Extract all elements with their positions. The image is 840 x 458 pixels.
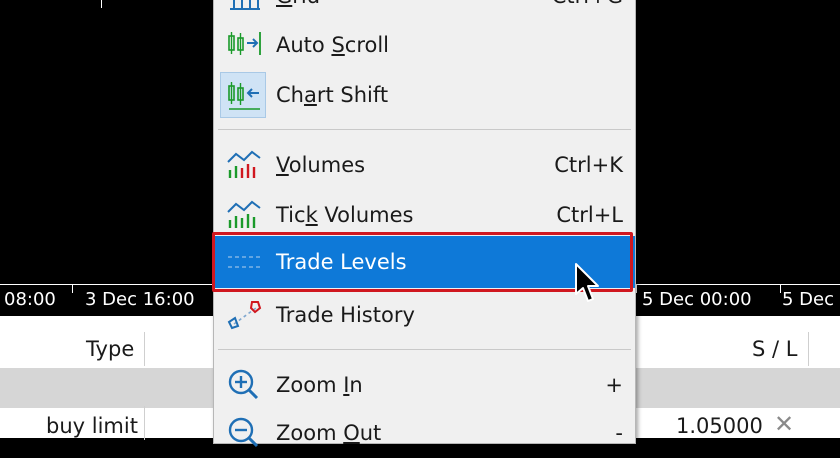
mouse-cursor-icon (575, 263, 599, 302)
axis-tick (780, 285, 781, 293)
menu-separator (218, 349, 631, 350)
menu-item-shortcut: + (605, 373, 623, 397)
menu-item-zoom-in[interactable]: Zoom In + (214, 360, 635, 410)
menu-item-volumes[interactable]: Volumes Ctrl+K (214, 140, 635, 190)
volumes-icon (227, 150, 261, 178)
menu-item-shortcut: - (615, 421, 623, 445)
menu-item-label: Volumes (276, 153, 366, 177)
menu-item-label: Grid (276, 0, 320, 21)
close-icon[interactable]: ✕ (774, 410, 794, 438)
zoom-out-icon (228, 417, 259, 448)
column-header-type[interactable]: Type (86, 330, 134, 368)
menu-item-label: Chart Shift (276, 83, 389, 107)
time-axis-label: 3 Dec 16:00 (85, 289, 195, 310)
time-axis-label: 5 Dec 00:00 (642, 289, 752, 310)
column-divider[interactable] (144, 332, 145, 366)
time-axis-label: 08:00 (4, 289, 56, 310)
axis-tick (636, 285, 637, 293)
menu-item-label: Trade History (276, 303, 415, 327)
chart-shift-icon (228, 82, 260, 110)
menu-item-tick-volumes[interactable]: Tick Volumes Ctrl+L (214, 190, 635, 240)
zoom-in-icon (228, 369, 259, 400)
trade-history-icon (227, 301, 262, 330)
menu-item-chart-shift[interactable]: Chart Shift (214, 70, 635, 120)
menu-item-label: Auto Scroll (276, 33, 390, 57)
menu-item-label: Zoom In (276, 373, 363, 397)
auto-scroll-icon (228, 32, 261, 55)
time-axis-label: 5 Dec (782, 289, 835, 310)
menu-item-shortcut: Ctrl+G (552, 0, 623, 21)
order-type-cell: buy limit (46, 414, 138, 438)
column-divider (144, 406, 145, 440)
menu-item-auto-scroll[interactable]: Auto Scroll (214, 20, 635, 70)
axis-tick (72, 285, 73, 293)
tick-volumes-icon (227, 200, 261, 228)
menu-item-label: Tick Volumes (276, 203, 414, 227)
menu-item-shortcut: Ctrl+L (556, 203, 623, 227)
grid-icon (230, 0, 260, 10)
menu-item-zoom-out[interactable]: Zoom Out - (214, 408, 635, 458)
column-divider[interactable] (808, 332, 809, 366)
stop-loss-cell: 1.05000 (676, 414, 763, 438)
menu-item-grid[interactable]: Grid Ctrl+G (214, 0, 635, 21)
menu-item-trade-levels[interactable]: Trade Levels (214, 236, 635, 288)
menu-item-label: Zoom Out (276, 421, 382, 445)
axis-tick (101, 0, 102, 8)
column-header-sl[interactable]: S / L (752, 330, 797, 368)
menu-item-label: Trade Levels (276, 250, 407, 274)
trade-levels-icon (228, 256, 262, 268)
menu-item-shortcut: Ctrl+K (554, 153, 623, 177)
menu-separator (218, 129, 631, 130)
chart-context-menu: Grid Ctrl+G Auto Scroll Chart Shift (213, 0, 636, 448)
menu-item-trade-history[interactable]: Trade History (214, 290, 635, 340)
